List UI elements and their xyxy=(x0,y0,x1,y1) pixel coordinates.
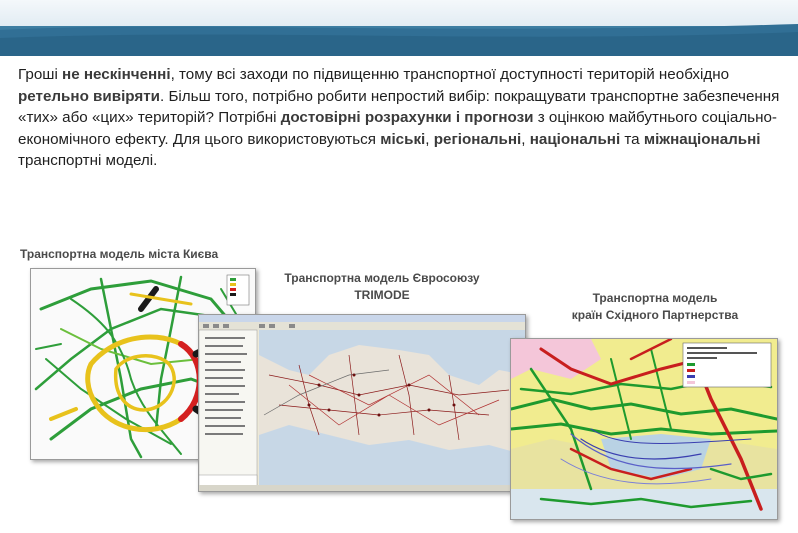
caption-eap-line2: країн Східного Партнерства xyxy=(571,308,739,322)
caption-eu-line1: Транспортна модель Євросоюзу xyxy=(284,271,480,285)
eu-trimode-graphic xyxy=(199,315,525,491)
header-banner xyxy=(0,0,798,56)
eap-map-image xyxy=(510,338,778,520)
intro-paragraph: Гроші не нескінченні, тому всі заходи по… xyxy=(18,66,780,169)
banner-wave xyxy=(0,24,798,56)
caption-eu: Транспортна модель Євросоюзу TRIMODE xyxy=(262,270,502,304)
eu-trimode-map-image xyxy=(198,314,526,492)
caption-eap-line1: Транспортна модель xyxy=(592,291,718,305)
caption-eap: Транспортна модель країн Східного Партне… xyxy=(540,290,770,324)
caption-kyiv: Транспортна модель міста Києва xyxy=(20,247,219,261)
caption-eu-line2: TRIMODE xyxy=(354,288,410,302)
eap-network-graphic xyxy=(511,339,777,519)
